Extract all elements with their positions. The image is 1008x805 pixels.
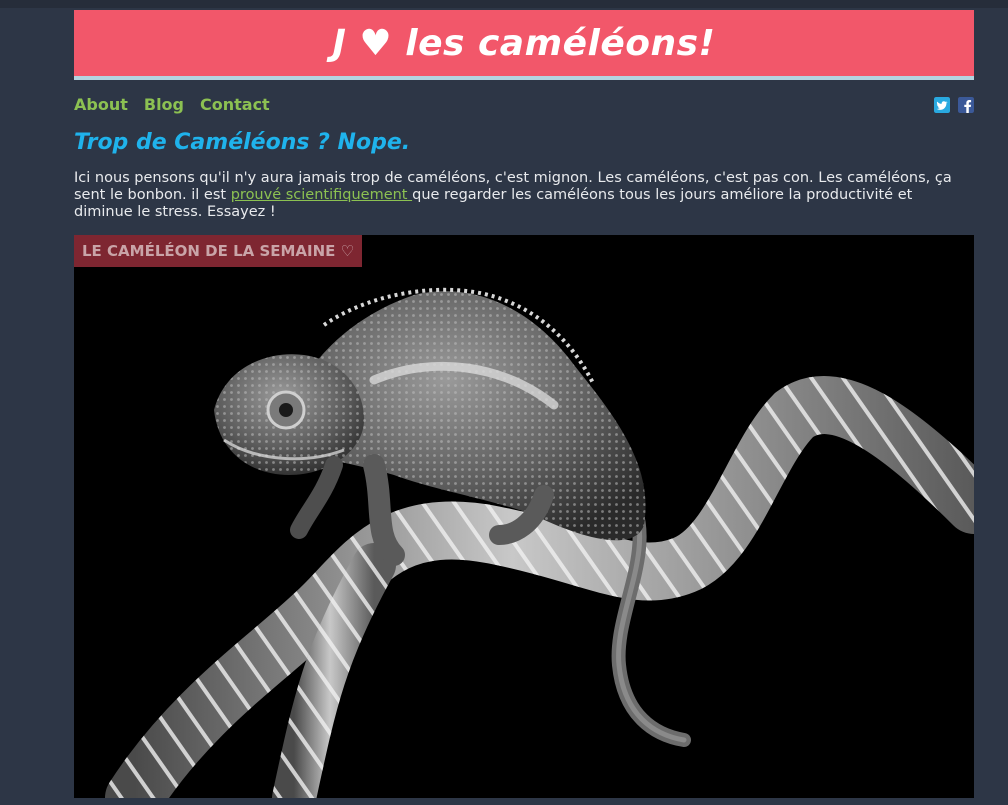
nav-contact-link[interactable]: Contact [200, 94, 270, 116]
science-link[interactable]: prouvé scientifiquement [231, 187, 412, 203]
site-banner: J ♥ les caméléons! [74, 10, 974, 80]
social-links [934, 97, 974, 113]
article-intro: Ici nous pensons qu'il n'y aura jamais t… [74, 170, 974, 221]
article-headline: Trop de Caméléons ? Nope. [74, 130, 411, 155]
facebook-icon[interactable] [958, 97, 974, 113]
feature-tag: LE CAMÉLÉON DE LA SEMAINE ♡ [74, 235, 363, 267]
chameleon-photo [105, 287, 974, 798]
nav-blog-link[interactable]: Blog [144, 94, 184, 116]
site-title: J ♥ les caméléons! [332, 22, 716, 64]
featured-chameleon: LE CAMÉLÉON DE LA SEMAINE ♡ [74, 235, 974, 798]
nav-about-link[interactable]: About [74, 94, 128, 116]
main-nav: About Blog Contact [74, 94, 286, 116]
top-strip [0, 0, 1008, 8]
twitter-icon[interactable] [934, 97, 950, 113]
